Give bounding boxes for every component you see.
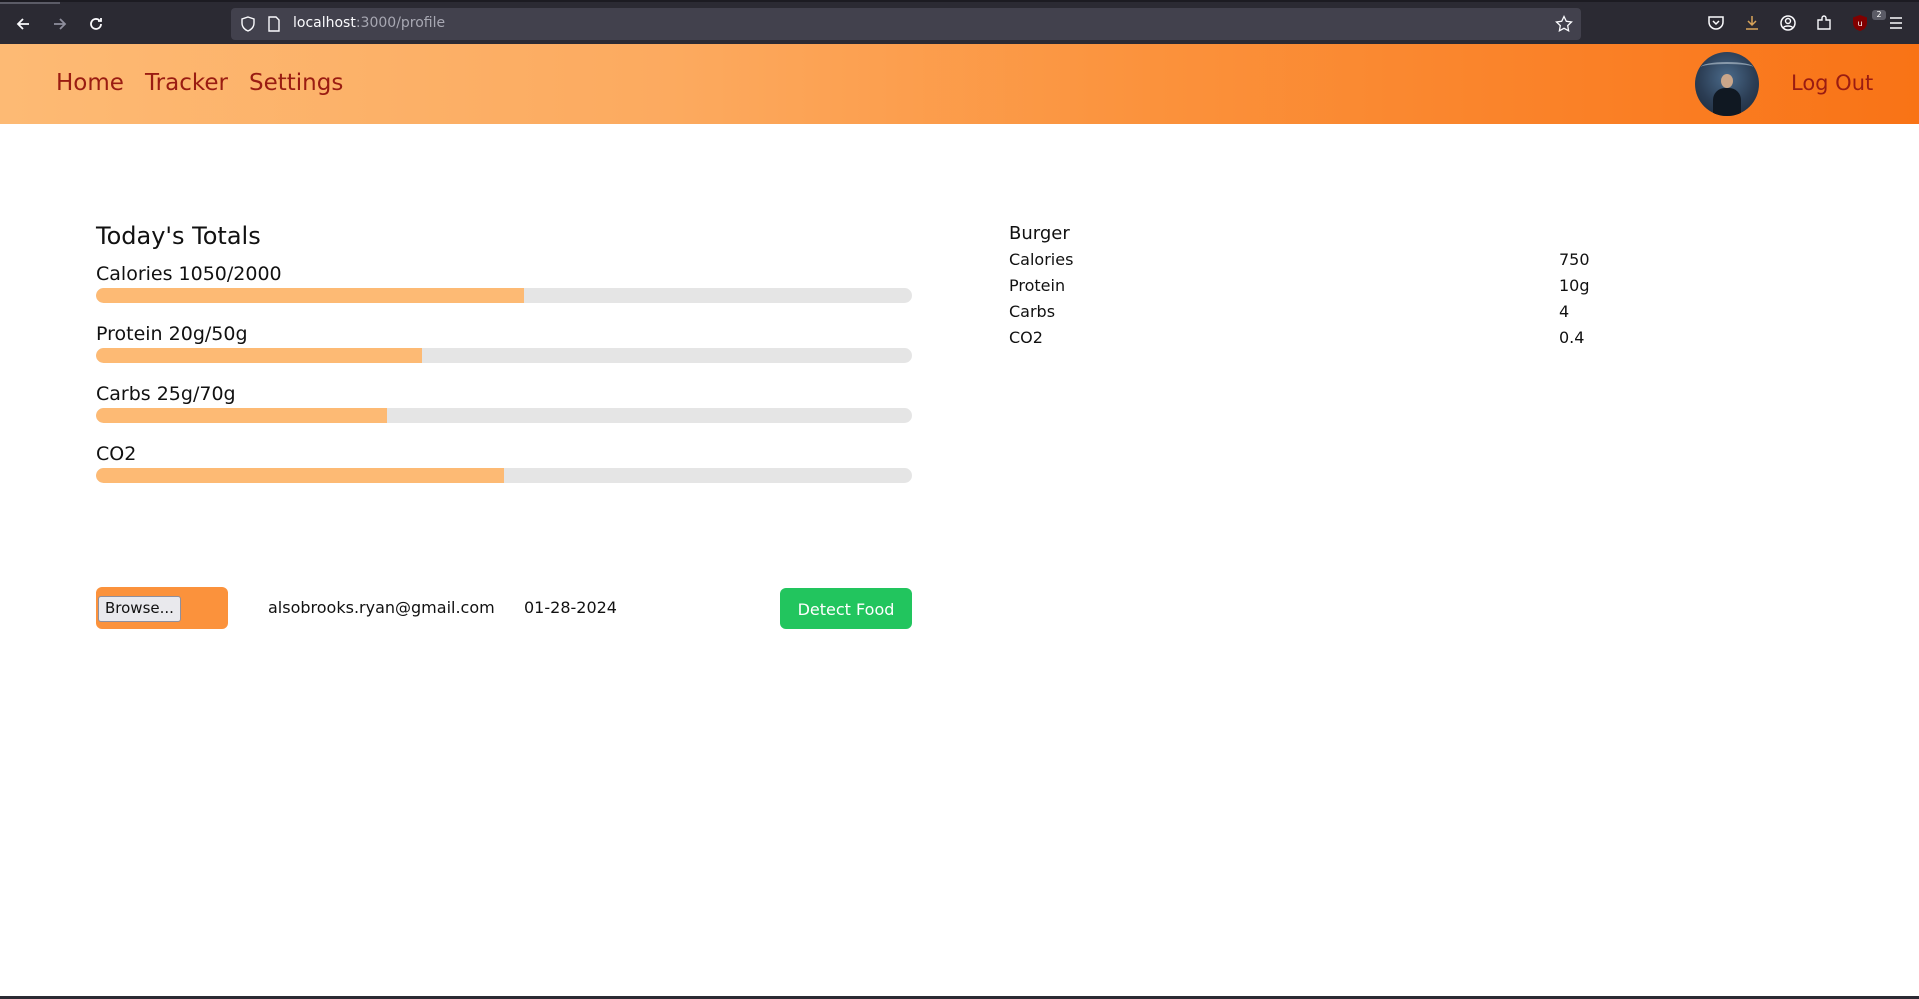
nav-tracker[interactable]: Tracker xyxy=(145,70,228,96)
bookmark-star-icon[interactable] xyxy=(1555,14,1573,37)
shield-icon[interactable] xyxy=(240,16,256,36)
download-icon[interactable] xyxy=(1743,14,1763,34)
url-text[interactable]: localhost:3000/profile xyxy=(293,15,445,31)
progress-bar-carbs xyxy=(96,408,912,423)
food-key: Protein xyxy=(1009,276,1066,295)
food-value: 0.4 xyxy=(1559,328,1585,347)
browse-button[interactable]: Browse... xyxy=(98,596,181,622)
progress-fill-co2 xyxy=(96,468,504,483)
reload-icon[interactable] xyxy=(84,12,108,36)
progress-bar-protein xyxy=(96,348,912,363)
progress-fill-calories xyxy=(96,288,525,303)
food-row-calories: Calories 750 xyxy=(1009,250,1609,274)
food-row-co2: CO2 0.4 xyxy=(1009,328,1609,352)
nav-home[interactable]: Home xyxy=(56,70,124,96)
forward-icon[interactable] xyxy=(48,12,72,36)
progress-fill-protein xyxy=(96,348,423,363)
back-icon[interactable] xyxy=(11,12,35,36)
tab-indicator xyxy=(0,2,60,4)
current-date: 01-28-2024 xyxy=(524,598,617,617)
food-name: Burger xyxy=(1009,223,1070,244)
metric-label-protein: Protein 20g/50g xyxy=(96,323,248,345)
progress-bar-co2 xyxy=(96,468,912,483)
ublock-icon[interactable]: u xyxy=(1851,14,1871,34)
progress-fill-carbs xyxy=(96,408,388,423)
food-key: Calories xyxy=(1009,250,1074,269)
food-value: 10g xyxy=(1559,276,1590,295)
extension-badge: 2 xyxy=(1872,10,1886,20)
food-row-protein: Protein 10g xyxy=(1009,276,1609,300)
logout-button[interactable]: Log Out xyxy=(1791,71,1873,95)
nav-settings[interactable]: Settings xyxy=(249,70,343,96)
food-row-carbs: Carbs 4 xyxy=(1009,302,1609,326)
browser-toolbar: localhost:3000/profile u 2 xyxy=(0,0,1919,44)
metric-label-calories: Calories 1050/2000 xyxy=(96,263,282,285)
file-input[interactable]: Browse... xyxy=(96,587,228,629)
app-header: Home Tracker Settings Log Out xyxy=(0,44,1919,124)
food-value: 750 xyxy=(1559,250,1590,269)
extensions-icon[interactable] xyxy=(1815,14,1835,34)
detect-food-button[interactable]: Detect Food xyxy=(780,588,912,629)
metric-label-carbs: Carbs 25g/70g xyxy=(96,383,236,405)
url-bar[interactable]: localhost:3000/profile xyxy=(231,8,1581,40)
pocket-icon[interactable] xyxy=(1707,14,1727,34)
page-icon xyxy=(267,16,281,36)
account-icon[interactable] xyxy=(1779,14,1799,34)
food-key: Carbs xyxy=(1009,302,1056,321)
metric-label-co2: CO2 xyxy=(96,443,137,465)
user-email: alsobrooks.ryan@gmail.com xyxy=(268,598,495,617)
menu-icon[interactable] xyxy=(1887,14,1907,34)
food-key: CO2 xyxy=(1009,328,1043,347)
totals-title: Today's Totals xyxy=(96,222,261,250)
progress-bar-calories xyxy=(96,288,912,303)
food-value: 4 xyxy=(1559,302,1570,321)
avatar[interactable] xyxy=(1695,52,1759,116)
svg-text:u: u xyxy=(1857,19,1862,28)
